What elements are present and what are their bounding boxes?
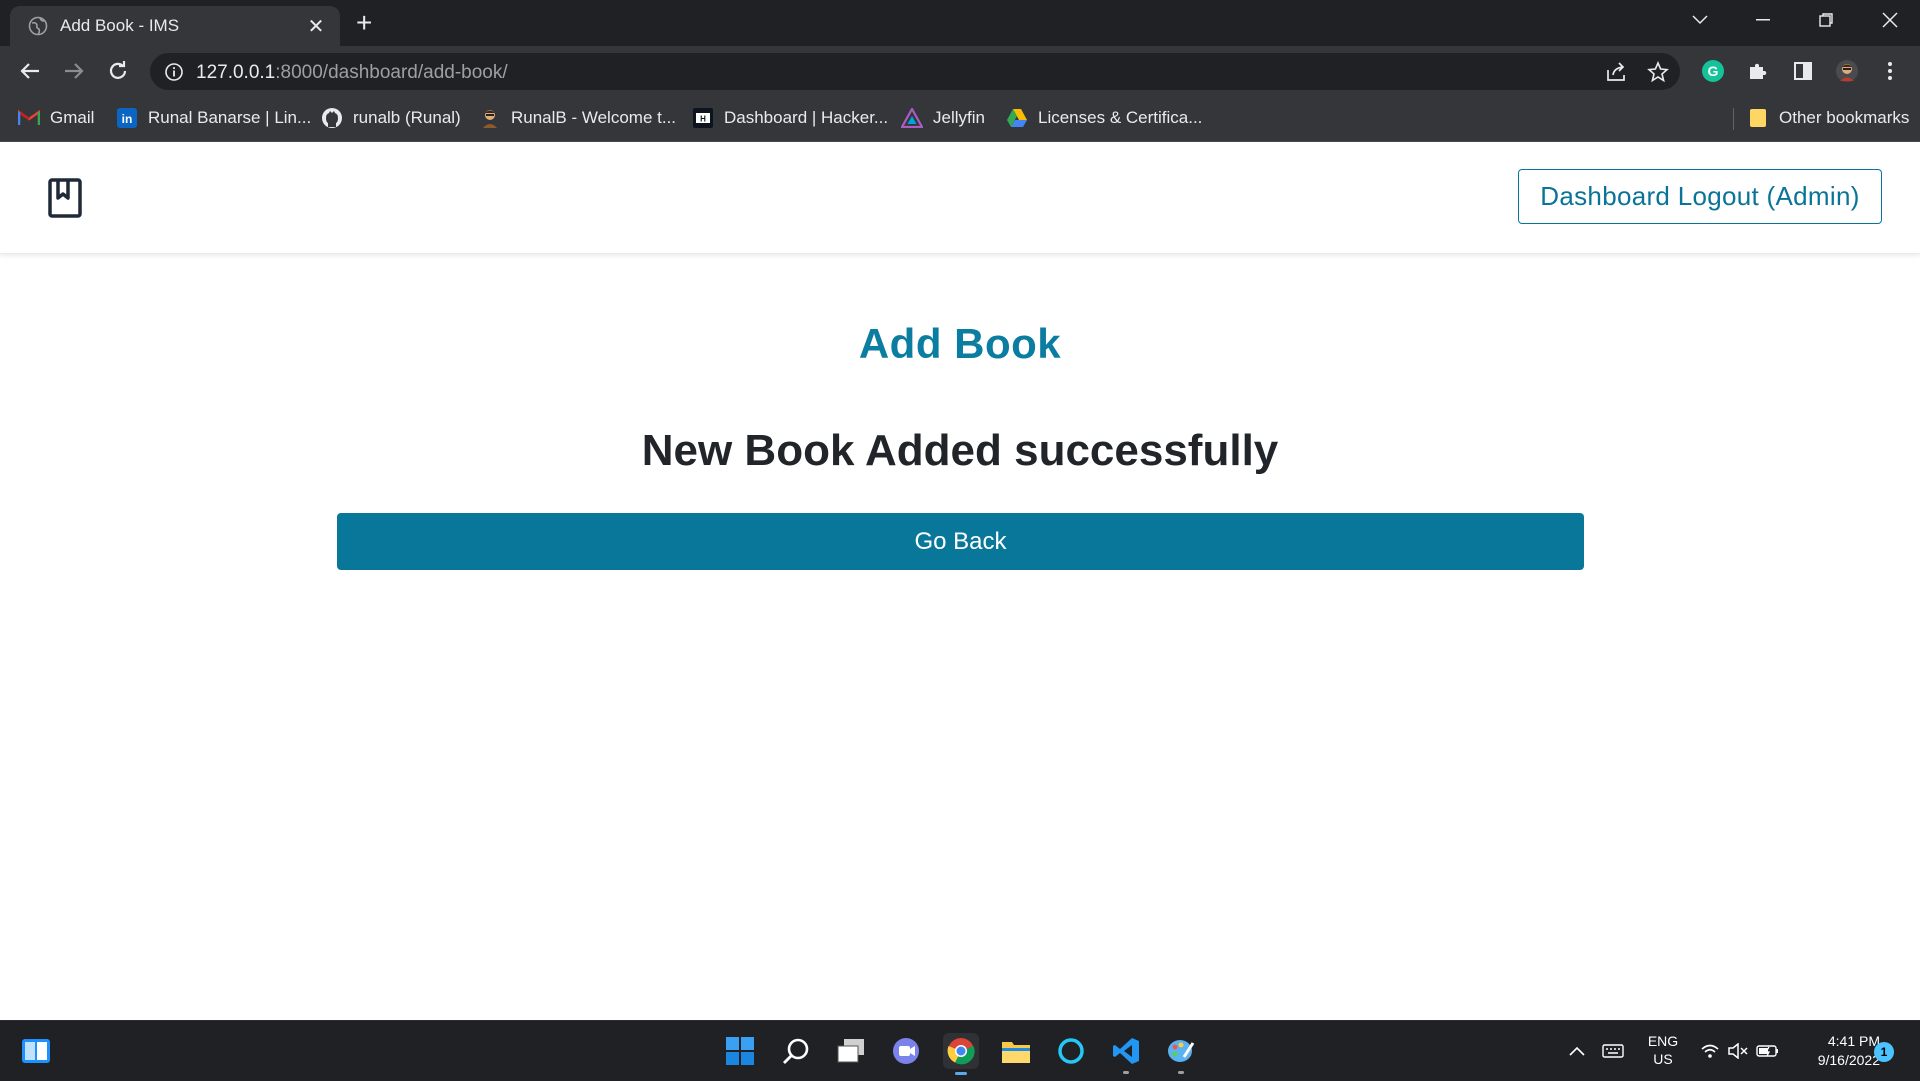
notification-badge[interactable]: 1	[1874, 1042, 1894, 1062]
vscode-icon[interactable]	[1108, 1033, 1144, 1074]
hackerrank-icon: H	[692, 107, 714, 129]
teams-chat-icon[interactable]	[888, 1033, 924, 1069]
google-drive-icon	[1006, 107, 1028, 129]
bookmark-book-icon[interactable]	[48, 178, 82, 218]
paint-icon[interactable]	[1163, 1033, 1199, 1074]
web-page: Dashboard Logout (Admin) Add Book New Bo…	[0, 142, 1920, 1020]
tab-close-icon[interactable]: ✕	[302, 14, 330, 39]
lang-line1: ENG	[1647, 1033, 1679, 1049]
profile-avatar-icon[interactable]	[1834, 58, 1860, 84]
system-clock[interactable]: 4:41 PM 9/16/2022	[1788, 1032, 1880, 1070]
go-back-button[interactable]: Go Back	[337, 513, 1584, 570]
gmail-icon	[18, 107, 40, 129]
bookmark-label: Dashboard | Hacker...	[724, 108, 889, 127]
browser-toolbar: 127.0.0.1:8000/dashboard/add-book/ G	[0, 46, 1920, 96]
extensions-puzzle-icon[interactable]	[1745, 58, 1771, 84]
wifi-icon[interactable]	[1697, 1033, 1723, 1069]
address-bar[interactable]: 127.0.0.1:8000/dashboard/add-book/	[150, 53, 1680, 90]
running-indicator	[1123, 1071, 1129, 1074]
globe-icon	[28, 16, 48, 36]
start-windows-icon[interactable]	[722, 1033, 758, 1069]
file-explorer-icon[interactable]	[998, 1033, 1034, 1069]
clock-date: 9/16/2022	[1817, 1052, 1880, 1068]
input-language[interactable]: ENG US	[1640, 1032, 1686, 1068]
jellyfin-icon	[901, 107, 923, 129]
search-icon[interactable]	[778, 1033, 814, 1069]
windows-taskbar: ENG US 4:41 PM 9/16/2022 1	[0, 1020, 1920, 1081]
browser-tab-bar: Add Book - IMS ✕ +	[0, 0, 1920, 46]
menu-kebab-icon[interactable]	[1877, 58, 1903, 84]
svg-text:G: G	[1708, 63, 1719, 79]
bookmark-label: Runal Banarse | Lin...	[148, 108, 312, 127]
tab-search-icon[interactable]	[1670, 0, 1730, 40]
success-message: New Book Added successfully	[641, 426, 1279, 475]
bookmarks-bar: Gmail in Runal Banarse | Lin... runalb (…	[0, 96, 1920, 142]
bookmark-label: RunalB - Welcome t...	[511, 108, 677, 127]
other-bookmarks-label: Other bookmarks	[1779, 108, 1910, 127]
tab-title: Add Book - IMS	[60, 16, 180, 35]
minimize-button[interactable]	[1733, 0, 1793, 40]
volume-muted-icon[interactable]	[1725, 1033, 1751, 1069]
running-indicator	[1178, 1071, 1184, 1074]
page-title: Add Book	[858, 320, 1062, 367]
new-tab-button[interactable]: +	[356, 9, 372, 37]
restore-button[interactable]	[1796, 0, 1856, 40]
folder-icon	[1747, 107, 1769, 129]
bookmark-runalb[interactable]: RunalB - Welcome t...	[479, 106, 676, 130]
forward-arrow-icon[interactable]	[61, 58, 87, 84]
close-window-button[interactable]	[1860, 0, 1920, 40]
bookmark-licenses[interactable]: Licenses & Certifica...	[1006, 106, 1202, 130]
svg-text:H: H	[700, 115, 706, 124]
bookmark-star-icon[interactable]	[1647, 61, 1669, 83]
bookmark-label: runalb (Runal)	[353, 108, 461, 127]
widgets-icon[interactable]	[18, 1033, 54, 1069]
bookmark-label: Jellyfin	[933, 108, 985, 127]
bookmarks-separator	[1733, 108, 1734, 130]
dashboard-logout-button[interactable]: Dashboard Logout (Admin)	[1518, 169, 1882, 224]
svg-text:in: in	[122, 112, 133, 126]
bookmark-github[interactable]: runalb (Runal)	[321, 106, 461, 130]
avatar-icon	[479, 107, 501, 129]
bookmark-label: Gmail	[50, 108, 95, 127]
grammarly-icon[interactable]: G	[1700, 58, 1726, 84]
touch-keyboard-icon[interactable]	[1598, 1033, 1628, 1069]
back-arrow-icon[interactable]	[17, 58, 43, 84]
bookmark-jellyfin[interactable]: Jellyfin	[901, 106, 985, 130]
site-info-icon[interactable]	[164, 62, 184, 82]
side-panel-icon[interactable]	[1790, 58, 1816, 84]
other-bookmarks[interactable]: Other bookmarks	[1747, 106, 1909, 130]
url-text: 127.0.0.1:8000/dashboard/add-book/	[196, 62, 508, 84]
reload-icon[interactable]	[105, 58, 131, 84]
cortana-icon[interactable]	[1053, 1033, 1089, 1069]
bookmark-hackerrank[interactable]: H Dashboard | Hacker...	[692, 106, 888, 130]
linkedin-icon: in	[116, 107, 138, 129]
clock-time: 4:41 PM	[1827, 1033, 1880, 1049]
task-view-icon[interactable]	[833, 1033, 869, 1069]
site-navbar: Dashboard Logout (Admin)	[0, 142, 1920, 254]
github-icon	[321, 107, 343, 129]
bookmark-label: Licenses & Certifica...	[1038, 108, 1203, 127]
browser-tab[interactable]: Add Book - IMS ✕	[10, 6, 340, 46]
lang-line2: US	[1653, 1051, 1673, 1067]
active-indicator	[955, 1072, 967, 1075]
chrome-taskbar-icon[interactable]	[943, 1033, 979, 1075]
battery-charging-icon[interactable]	[1755, 1033, 1781, 1069]
share-icon[interactable]	[1605, 61, 1627, 83]
url-host: 127.0.0.1	[196, 62, 276, 83]
show-hidden-icons-chevron-up-icon[interactable]	[1562, 1033, 1592, 1069]
bookmark-linkedin[interactable]: in Runal Banarse | Lin...	[116, 106, 311, 130]
bookmark-gmail[interactable]: Gmail	[18, 106, 94, 130]
url-path: :8000/dashboard/add-book/	[275, 62, 508, 83]
